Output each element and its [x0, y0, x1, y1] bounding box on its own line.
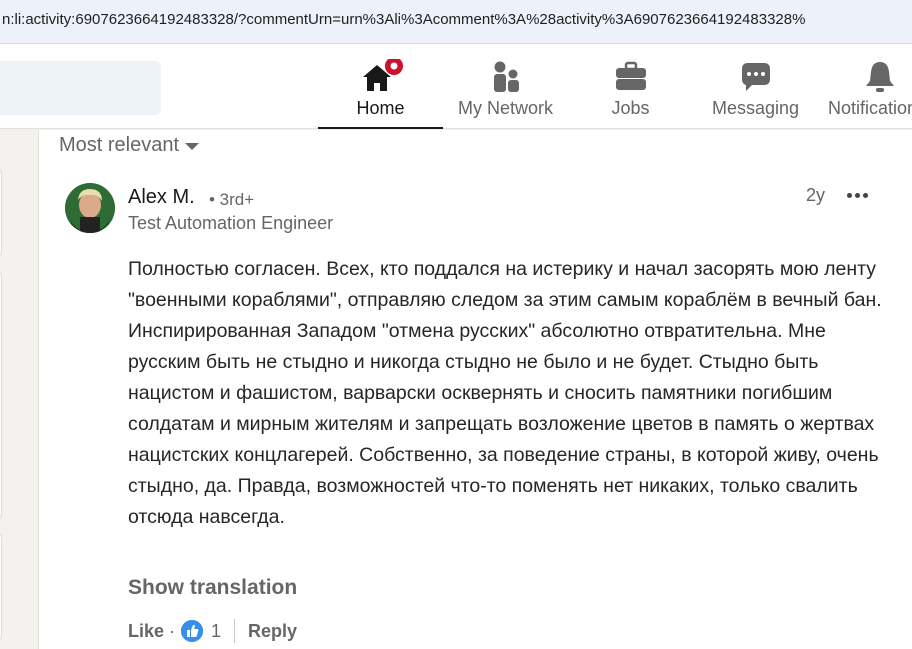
nav-messaging-label: Messaging	[711, 98, 800, 118]
search-box[interactable]	[0, 61, 161, 115]
briefcase-icon	[613, 59, 649, 100]
like-button[interactable]: Like	[128, 621, 164, 642]
url-text[interactable]: n:li:activity:6907623664192483328/?comme…	[2, 11, 805, 28]
reaction-count[interactable]: 1	[211, 621, 221, 642]
left-sidebar	[0, 130, 2, 649]
connection-degree: • 3rd+	[209, 190, 255, 209]
nav-messaging[interactable]: Messaging	[693, 47, 818, 129]
browser-address-bar[interactable]: n:li:activity:6907623664192483328/?comme…	[0, 0, 912, 44]
comments-section: Most relevant Alex M. • 3rd+ Test Automa…	[38, 130, 912, 649]
caret-down-icon	[185, 143, 200, 150]
bell-icon	[862, 59, 898, 100]
left-card	[0, 270, 2, 520]
nav-jobs[interactable]: Jobs	[568, 47, 693, 129]
nav-notifications-label: Notifications	[828, 98, 912, 118]
network-icon	[488, 59, 524, 100]
reply-button[interactable]: Reply	[248, 621, 297, 642]
nav-my-network[interactable]: My Network	[443, 47, 568, 129]
comment-actions: Like · 1 Reply	[128, 618, 297, 644]
author-name[interactable]: Alex M.	[128, 186, 195, 209]
left-card	[0, 532, 2, 642]
divider	[234, 619, 236, 643]
nav-notifications[interactable]: Notifications	[818, 47, 912, 129]
nav-home[interactable]: Home	[318, 47, 443, 129]
comment-body: Полностью согласен. Всех, кто поддался н…	[128, 258, 882, 528]
author-headline: Test Automation Engineer	[128, 213, 334, 233]
nav-my-network-label: My Network	[457, 98, 553, 118]
more-options-icon[interactable]	[843, 182, 873, 208]
avatar[interactable]	[65, 183, 115, 233]
nav-jobs-label: Jobs	[611, 98, 650, 118]
messaging-icon	[738, 59, 774, 100]
like-reaction-icon[interactable]	[181, 620, 204, 642]
sort-dropdown[interactable]: Most relevant	[59, 134, 200, 157]
separator-dot: ·	[169, 620, 176, 641]
left-card	[0, 168, 2, 258]
comment-time: 2y	[806, 185, 826, 205]
nav-home-label: Home	[356, 98, 405, 118]
sort-label: Most relevant	[59, 134, 180, 156]
home-icon	[357, 57, 405, 100]
global-nav: Home My Network Jobs Messaging Notificat…	[0, 47, 912, 129]
show-translation-button[interactable]: Show translation	[128, 576, 297, 600]
